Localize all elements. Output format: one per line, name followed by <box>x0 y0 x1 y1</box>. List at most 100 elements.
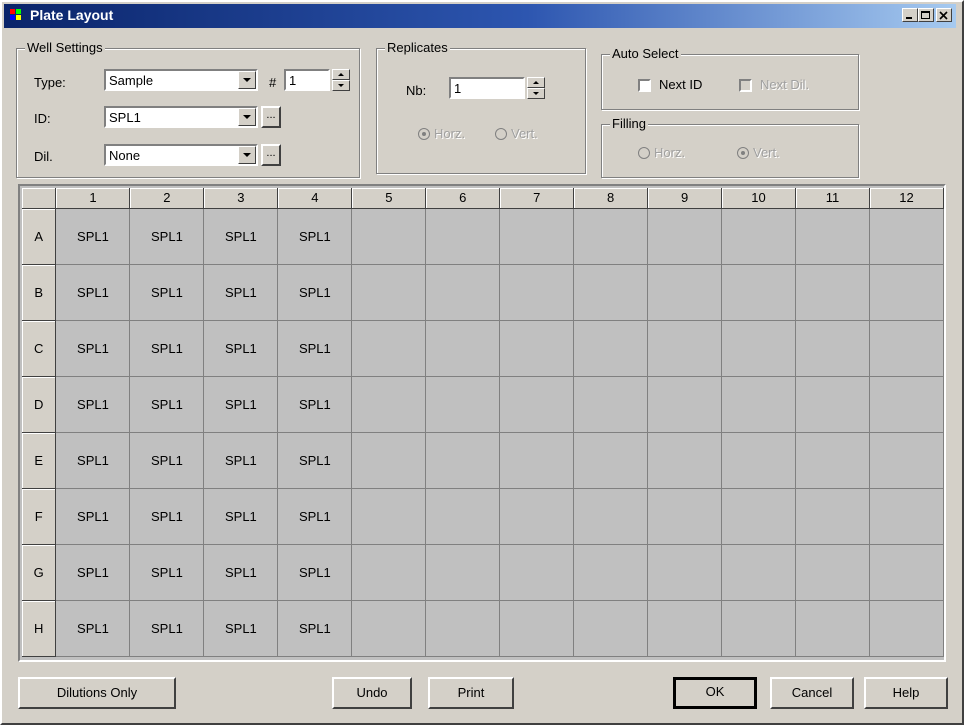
row-header[interactable]: H <box>22 600 57 657</box>
dil-browse-button[interactable]: ... <box>261 144 281 166</box>
row-header[interactable]: E <box>22 432 57 489</box>
well-cell[interactable]: SPL1 <box>277 432 353 489</box>
nb-stepper[interactable] <box>527 77 545 99</box>
well-cell[interactable]: SPL1 <box>203 208 279 265</box>
column-header[interactable]: 9 <box>647 188 723 209</box>
well-cell[interactable] <box>795 544 870 601</box>
well-cell[interactable]: SPL1 <box>203 544 279 601</box>
well-cell[interactable] <box>499 432 575 489</box>
well-cell[interactable]: SPL1 <box>277 376 353 433</box>
well-cell[interactable]: SPL1 <box>55 320 131 377</box>
ok-button[interactable]: OK <box>673 677 757 709</box>
well-cell[interactable] <box>351 600 427 657</box>
well-cell[interactable]: SPL1 <box>55 600 131 657</box>
well-cell[interactable] <box>499 488 575 545</box>
well-cell[interactable] <box>721 432 796 489</box>
column-header[interactable]: 10 <box>721 188 796 209</box>
well-cell[interactable]: SPL1 <box>203 320 279 377</box>
number-input[interactable]: 1 <box>284 69 330 91</box>
well-cell[interactable] <box>869 488 944 545</box>
plate-corner-header[interactable] <box>22 188 57 209</box>
well-cell[interactable] <box>499 600 575 657</box>
well-cell[interactable]: SPL1 <box>277 544 353 601</box>
well-cell[interactable]: SPL1 <box>203 488 279 545</box>
well-cell[interactable] <box>647 264 723 321</box>
row-header[interactable]: C <box>22 320 57 377</box>
well-cell[interactable] <box>351 264 427 321</box>
close-button[interactable] <box>936 8 952 22</box>
well-cell[interactable] <box>499 376 575 433</box>
row-header[interactable]: F <box>22 488 57 545</box>
well-cell[interactable] <box>351 320 427 377</box>
undo-button[interactable]: Undo <box>332 677 412 709</box>
well-cell[interactable] <box>647 488 723 545</box>
well-cell[interactable]: SPL1 <box>277 320 353 377</box>
well-cell[interactable] <box>499 544 575 601</box>
well-cell[interactable] <box>647 432 723 489</box>
well-cell[interactable] <box>795 488 870 545</box>
row-header[interactable]: G <box>22 544 57 601</box>
nb-input[interactable]: 1 <box>449 77 525 99</box>
well-cell[interactable] <box>795 320 870 377</box>
chevron-down-icon[interactable] <box>238 108 256 126</box>
well-cell[interactable] <box>573 376 649 433</box>
well-cell[interactable] <box>425 376 501 433</box>
replicates-horz-radio[interactable] <box>418 128 430 140</box>
well-cell[interactable] <box>351 488 427 545</box>
row-header[interactable]: A <box>22 208 57 265</box>
row-header[interactable]: B <box>22 264 57 321</box>
chevron-down-icon[interactable] <box>238 71 256 89</box>
well-cell[interactable] <box>351 208 427 265</box>
well-cell[interactable] <box>573 488 649 545</box>
well-cell[interactable] <box>573 320 649 377</box>
column-header[interactable]: 2 <box>129 188 205 209</box>
well-cell[interactable]: SPL1 <box>55 544 131 601</box>
well-cell[interactable] <box>573 264 649 321</box>
id-browse-button[interactable]: ... <box>261 106 281 128</box>
well-cell[interactable] <box>869 208 944 265</box>
column-header[interactable]: 11 <box>795 188 870 209</box>
well-cell[interactable] <box>425 208 501 265</box>
minimize-button[interactable] <box>902 8 918 22</box>
title-bar[interactable]: Plate Layout <box>4 4 956 28</box>
well-cell[interactable]: SPL1 <box>203 264 279 321</box>
column-header[interactable]: 4 <box>277 188 353 209</box>
spin-down-icon[interactable] <box>332 80 350 91</box>
help-button[interactable]: Help <box>864 677 948 709</box>
well-cell[interactable]: SPL1 <box>277 264 353 321</box>
well-cell[interactable]: SPL1 <box>203 432 279 489</box>
well-cell[interactable] <box>795 432 870 489</box>
well-cell[interactable]: SPL1 <box>129 600 205 657</box>
type-select[interactable]: Sample <box>104 69 258 91</box>
column-header[interactable]: 8 <box>573 188 649 209</box>
print-button[interactable]: Print <box>428 677 514 709</box>
well-cell[interactable] <box>795 264 870 321</box>
well-cell[interactable] <box>869 264 944 321</box>
well-cell[interactable] <box>869 320 944 377</box>
spin-down-icon[interactable] <box>527 88 545 99</box>
well-cell[interactable] <box>351 376 427 433</box>
well-cell[interactable] <box>721 264 796 321</box>
well-cell[interactable]: SPL1 <box>129 376 205 433</box>
replicates-vert-radio[interactable] <box>495 128 507 140</box>
well-cell[interactable] <box>721 320 796 377</box>
well-cell[interactable] <box>351 432 427 489</box>
filling-horz-radio[interactable] <box>638 147 650 159</box>
column-header[interactable]: 12 <box>869 188 944 209</box>
well-cell[interactable]: SPL1 <box>203 376 279 433</box>
well-cell[interactable] <box>425 600 501 657</box>
cancel-button[interactable]: Cancel <box>770 677 854 709</box>
well-cell[interactable] <box>351 544 427 601</box>
well-cell[interactable]: SPL1 <box>129 320 205 377</box>
plate-grid[interactable]: 1 2 3 4 5 6 7 8 9 10 11 12 A SPL1 SPL1 SPL1 SPL1 B SPL1 SPL… <box>18 184 946 662</box>
column-header[interactable]: 6 <box>425 188 501 209</box>
id-select[interactable]: SPL1 <box>104 106 258 128</box>
well-cell[interactable] <box>425 264 501 321</box>
well-cell[interactable] <box>795 208 870 265</box>
well-cell[interactable] <box>869 376 944 433</box>
well-cell[interactable] <box>721 600 796 657</box>
well-cell[interactable] <box>721 544 796 601</box>
chevron-down-icon[interactable] <box>238 146 256 164</box>
well-cell[interactable]: SPL1 <box>129 544 205 601</box>
well-cell[interactable] <box>425 432 501 489</box>
